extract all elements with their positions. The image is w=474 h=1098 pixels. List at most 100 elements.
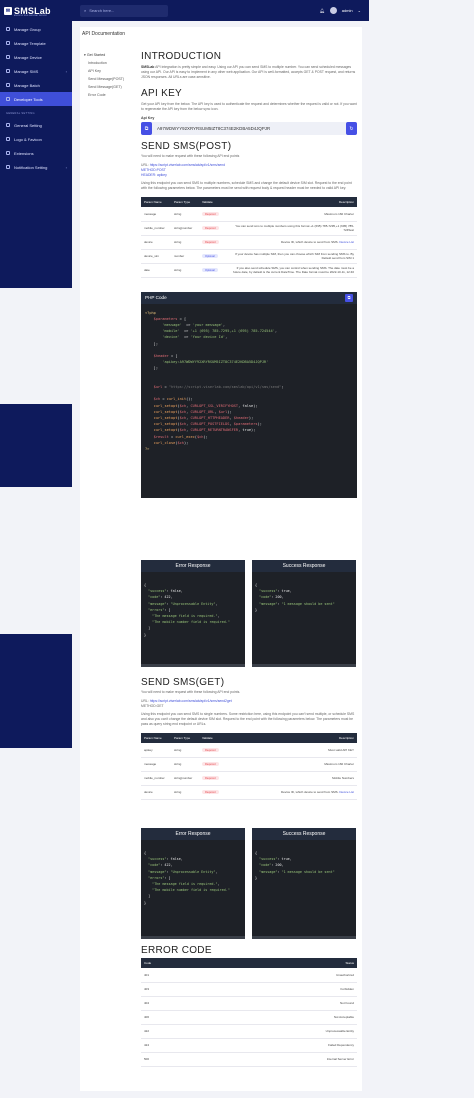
toc-head[interactable]: ▾ Get Started [84, 51, 134, 59]
avatar[interactable] [329, 7, 337, 14]
device-list-link[interactable]: Device List [339, 240, 354, 244]
column-header: Param Type [171, 197, 199, 207]
param-desc-cell: Device ID, which device to send from SMS… [229, 235, 357, 250]
sidebar-item[interactable]: Notification Setting › [0, 160, 72, 174]
sidebar-item-label: Manage Group [14, 26, 41, 32]
error-code: 404 [141, 996, 201, 1011]
sidebar-item[interactable]: Manage SMS › [0, 64, 72, 78]
sidebar-item[interactable]: Extensions [0, 146, 72, 160]
param-name: message [141, 757, 171, 772]
error-response-code: { "success": false, "code": 422, "messag… [141, 572, 245, 664]
code-icon [6, 97, 10, 101]
sidebar-item[interactable]: Manage Template [0, 36, 72, 50]
chevron-right-icon: › [65, 68, 67, 74]
param-validate-cell: Required [199, 743, 229, 758]
puzzle-icon [6, 151, 10, 155]
copy-icon[interactable]: ⧉ [141, 122, 152, 135]
get-heading: SEND SMS(GET) [141, 677, 225, 688]
sidebar-item-label: Logo & Favicon [14, 136, 42, 142]
error-status: Unauthorized [200, 968, 357, 983]
sidebar-item[interactable]: Logo & Favicon [0, 132, 72, 146]
horizontal-scrollbar[interactable] [252, 936, 356, 939]
success-response-title: Success Response [252, 560, 356, 572]
image-icon [6, 137, 10, 141]
success-response-code: { "success": true, "code": 200, "message… [252, 840, 356, 936]
toc-item[interactable]: Send Message(POST) [84, 75, 134, 83]
post-desc: Using this endpoint you can send SMS to … [141, 181, 352, 190]
chevron-down-icon[interactable]: ⌄ [358, 8, 361, 13]
param-desc: If you also send schedule SMS, you can c… [233, 266, 354, 274]
brand-name: SMSLab [14, 5, 51, 16]
page-title: API Documentation [82, 31, 126, 37]
param-type: string [171, 743, 199, 758]
table-row: mobile_number string|number Required Mobile… [141, 771, 357, 786]
copy-icon[interactable]: ⧉ [345, 293, 353, 302]
device-list-link[interactable]: Device List [339, 790, 354, 794]
toc-item[interactable]: Error Code [84, 91, 134, 99]
table-row: message string Required Maximum 160 Charter [141, 207, 357, 222]
apikey-value[interactable]: A97WDWYY92XRYRSUM5IZT8C374E2KDBA5D4JQPJR [152, 126, 346, 131]
toc-item[interactable]: Introduction [84, 59, 134, 67]
param-desc-cell: If your device has multiple SIM, then yo… [229, 249, 357, 264]
topbar: ⌕ Search here... 🔔︎ admin ⌄ [72, 0, 369, 21]
param-type: string [171, 757, 199, 772]
error-code-section: ERROR CODE Code Status 401 Unauthorized 40… [141, 945, 357, 1067]
get-desc: Using this endpoint you can send SMS to … [141, 712, 355, 726]
toc-item[interactable]: API Key [84, 67, 134, 75]
get-intro: You will need to make request with these… [141, 690, 241, 694]
apikey-field: ⧉ A97WDWYY92XRYRSUM5IZT8C374E2KDBA5D4JQP… [141, 122, 357, 135]
error-code: 406 [141, 1010, 201, 1025]
param-name: date [141, 263, 171, 278]
param-desc: Mobile Numbers [332, 776, 354, 780]
column-header: Param Name [141, 733, 171, 743]
table-row: 422 Unprocessable Entity [141, 1024, 357, 1039]
param-validate-cell: Optional [199, 263, 229, 278]
sync-icon[interactable]: ↻ [346, 122, 357, 135]
toc-item[interactable]: Send Message(GET) [84, 83, 134, 91]
param-name: device [141, 785, 171, 800]
param-type: string [171, 785, 199, 800]
table-header-row: Param Name Param Type Validate Descripti… [141, 197, 357, 207]
table-header-row: Code Status [141, 958, 357, 968]
batch-icon [6, 83, 10, 87]
horizontal-scrollbar[interactable] [252, 664, 356, 667]
param-desc-cell: Maximum 160 Charter [229, 757, 357, 772]
post-intro: You will need to make request with these… [141, 154, 240, 158]
param-validate-cell: Required [199, 235, 229, 250]
sidebar-item-label: Manage Batch [14, 82, 40, 88]
param-type: string|number [171, 221, 199, 236]
param-name: mobile_number [141, 221, 171, 236]
param-name: device_sim [141, 249, 171, 264]
param-validate-cell: Required [199, 785, 229, 800]
intro-text: SMSLab API integration is pretty simple … [141, 65, 356, 79]
bell-icon[interactable]: 🔔︎ [320, 8, 325, 13]
search-box[interactable]: ⌕ Search here... [80, 4, 168, 17]
status-badge: Required [202, 212, 219, 216]
horizontal-scrollbar[interactable] [141, 936, 245, 939]
horizontal-scrollbar[interactable] [141, 664, 245, 667]
sidebar-item[interactable]: Manage Device [0, 50, 72, 64]
sidebar-item[interactable]: Manage Batch [0, 78, 72, 92]
code-title: PHP Code ⧉ [141, 291, 357, 304]
error-code: 401 [141, 968, 201, 983]
sidebar-item-label: Extensions [14, 150, 34, 156]
search-input[interactable]: Search here... [89, 8, 114, 13]
table-row: 424 Failed Dependency [141, 1038, 357, 1053]
sidebar-item[interactable]: General Setting [0, 118, 72, 132]
sidebar-item[interactable]: Manage Group [0, 22, 72, 36]
doc-content: INTRODUCTION SMSLab API integration is p… [141, 51, 357, 498]
sidebar-item[interactable]: Developer Tools [0, 92, 72, 106]
param-desc: Maximum 160 Charter [324, 762, 354, 766]
intro-heading: INTRODUCTION [141, 51, 222, 62]
error-status: Internal Server Error [200, 1052, 357, 1067]
user-name[interactable]: admin [342, 8, 353, 13]
param-type: string [171, 207, 199, 222]
param-desc-cell: Mobile Numbers [229, 771, 357, 786]
param-validate-cell: Required [199, 221, 229, 236]
brand[interactable]: ✉ SMSLab ANDROID SMS GATEWAY SERVER [0, 0, 72, 21]
table-row: apikey string Required Must valid API KEY [141, 743, 357, 758]
error-response-title: Error Response [141, 828, 245, 840]
status-badge: Required [202, 762, 219, 767]
success-response-title: Success Response [252, 828, 356, 840]
column-header: Description [229, 733, 357, 743]
